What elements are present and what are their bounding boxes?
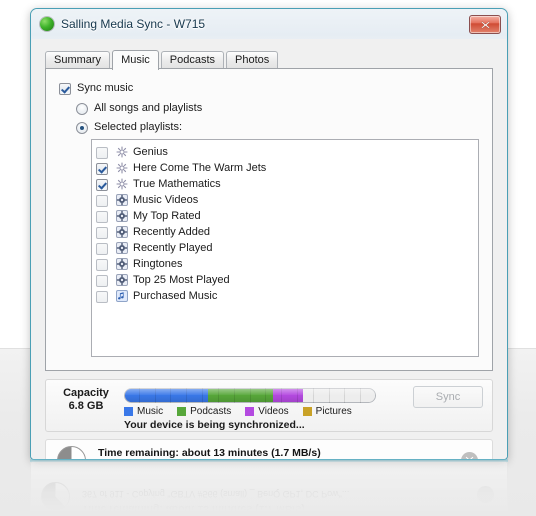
playlist-name: Recently Played [133,242,213,254]
playlist-checkbox[interactable] [96,275,108,287]
sync-button[interactable]: Sync [413,386,483,408]
tab-photos[interactable]: Photos [226,51,279,69]
playlist-name: True Mathematics [133,178,221,190]
capacity-panel: Capacity 6.8 GB Music Podcasts Videos Pictu… [45,379,493,432]
capacity-segment-podcasts [207,389,273,402]
gear-playlist-icon [115,274,128,287]
playlist-item[interactable]: Purchased Music [96,288,478,304]
playlist-item[interactable]: Here Come The Warm Jets [96,160,478,176]
playlist-item[interactable]: Recently Added [96,224,478,240]
legend-item: Videos [245,406,289,417]
legend-label: Pictures [315,406,352,417]
playlist-name: My Top Rated [133,210,201,222]
capacity-segment-free [302,389,375,402]
gear-playlist-icon [115,242,128,255]
application-window: Salling Media Sync - W715 Summary Music … [30,8,508,460]
playlist-checkbox[interactable] [96,259,108,271]
capacity-label: Capacity 6.8 GB [55,387,117,413]
playlist-item[interactable]: Music Videos [96,192,478,208]
salling-app-icon [40,17,54,31]
progress-time-remaining: Time remaining: about 13 minutes (1.7 MB… [98,447,321,459]
all-songs-radio[interactable] [76,103,88,115]
title-bar[interactable]: Salling Media Sync - W715 [31,9,507,39]
playlist-checkbox[interactable] [96,179,108,191]
playlist-checkbox[interactable] [96,211,108,223]
selected-playlists-label: Selected playlists: [94,121,183,133]
playlist-list-box[interactable]: Genius Here Come The Warm Jets True Mathem… [91,139,479,357]
close-button[interactable] [469,15,501,34]
legend-swatch [302,407,312,416]
playlist-name: Purchased Music [133,290,218,302]
playlist-item[interactable]: Ringtones [96,256,478,272]
capacity-status-text: Your device is being synchronized... [124,419,305,431]
smart-playlist-icon [115,146,128,159]
playlist-checkbox[interactable] [96,291,108,303]
gear-playlist-icon [115,210,128,223]
sync-music-checkbox[interactable] [59,83,71,95]
smart-playlist-icon [115,162,128,175]
tab-podcasts[interactable]: Podcasts [160,51,225,69]
reflection-pie-icon [41,482,70,511]
gear-playlist-icon [115,226,128,239]
tab-music[interactable]: Music [112,50,159,70]
playlist-checkbox[interactable] [96,227,108,239]
capacity-legend: Music Podcasts Videos Pictures [124,406,366,417]
window-title: Salling Media Sync - W715 [61,17,206,31]
legend-swatch [177,407,187,416]
sync-music-checkbox-row[interactable]: Sync music [59,82,133,95]
reflection-time-remaining: Time remaining: about 13 minutes (1.7 MB… [82,503,305,511]
legend-label: Podcasts [190,406,232,417]
legend-label: Videos [258,406,289,417]
tab-strip: Summary Music Podcasts Photos [45,50,493,70]
playlist-checkbox[interactable] [96,195,108,207]
capacity-segment-music [125,389,208,402]
reflection-current-file: 367 of 911 - Copying "GBTV #566 (small) … [82,489,350,499]
playlist-checkbox[interactable] [96,147,108,159]
capacity-title: Capacity [63,387,109,399]
capacity-bar [124,388,376,403]
music-note-icon [115,290,128,303]
playlist-item[interactable]: Recently Played [96,240,478,256]
reflection-cancel-icon [477,486,494,503]
capacity-segment-videos [272,389,303,402]
playlist-name: Here Come The Warm Jets [133,162,267,174]
playlist-name: Genius [133,146,168,158]
progress-panel: Time remaining: about 13 minutes (1.7 MB… [45,439,493,459]
playlist-item[interactable]: My Top Rated [96,208,478,224]
selected-playlists-radio-row[interactable]: Selected playlists: [76,121,182,134]
selected-playlists-radio[interactable] [76,122,88,134]
legend-item: Podcasts [177,406,231,417]
close-icon [480,20,490,29]
all-songs-radio-row[interactable]: All songs and playlists [76,102,202,115]
gear-playlist-icon [115,258,128,271]
music-tab-panel: Sync music All songs and playlists Selec… [45,68,493,371]
playlist-name: Ringtones [133,258,183,270]
pie-progress-icon [57,446,86,459]
sync-music-label: Sync music [77,82,134,94]
gear-playlist-icon [115,194,128,207]
legend-swatch [124,407,133,416]
playlist-checkbox[interactable] [96,163,108,175]
legend-item: Music [124,406,163,417]
window-client-area: Summary Music Podcasts Photos Sync music… [32,39,506,459]
playlist-name: Music Videos [133,194,199,206]
window-reflection: Time remaining: about 13 minutes (1.7 MB… [30,461,508,511]
tab-summary[interactable]: Summary [45,51,111,69]
capacity-size: 6.8 GB [68,400,104,412]
playlist-checkbox[interactable] [96,243,108,255]
playlist-item[interactable]: True Mathematics [96,176,478,192]
legend-swatch [245,407,255,416]
playlist-item[interactable]: Genius [96,144,478,160]
playlist-name: Top 25 Most Played [133,274,230,286]
playlist-list: Genius Here Come The Warm Jets True Mathem… [92,140,478,304]
all-songs-label: All songs and playlists [94,102,203,114]
playlist-name: Recently Added [133,226,211,238]
legend-item: Pictures [302,406,352,417]
smart-playlist-icon [115,178,128,191]
legend-label: Music [137,406,164,417]
playlist-item[interactable]: Top 25 Most Played [96,272,478,288]
